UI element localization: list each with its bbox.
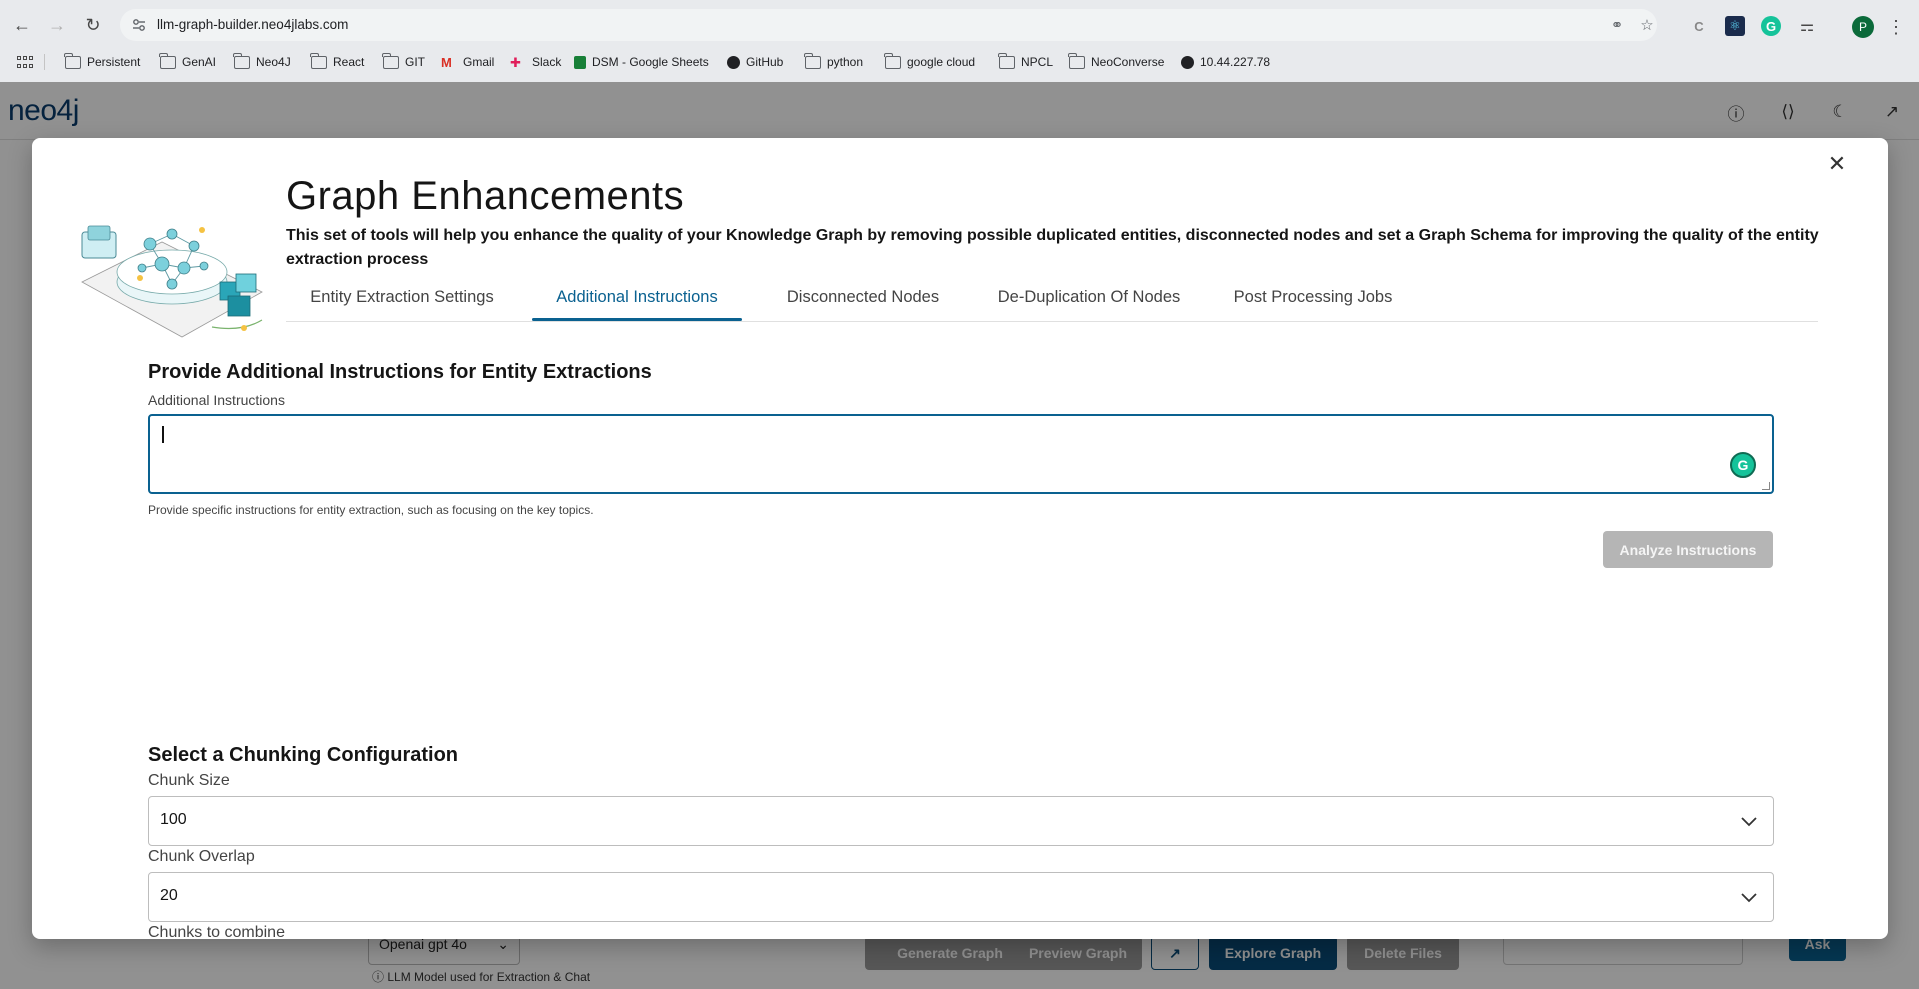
forward-icon[interactable]: → [43, 11, 71, 39]
chunks-to-combine-label: Chunks to combine [148, 924, 285, 939]
bookmark-item[interactable]: NPCL [998, 52, 1053, 71]
bookmarks-divider [44, 54, 45, 70]
bookmark-item[interactable]: GenAI [159, 52, 216, 71]
gmail-icon: M [441, 54, 452, 70]
bookmark-item[interactable]: NeoConverse [1068, 52, 1164, 71]
chunk-size-label: Chunk Size [148, 772, 230, 789]
bookmark-item[interactable]: GIT [382, 52, 425, 71]
folder-icon [804, 52, 821, 69]
folder-icon [1068, 52, 1085, 69]
chunking-section-title: Select a Chunking Configuration [148, 744, 459, 766]
chevron-down-icon [1741, 893, 1757, 903]
chevron-down-icon [1741, 817, 1757, 827]
modal-title: Graph Enhancements [286, 174, 685, 218]
folder-icon [382, 52, 399, 69]
github-icon [727, 55, 740, 69]
tab-de-duplication-of-nodes[interactable]: De-Duplication Of Nodes [984, 272, 1194, 322]
folder-icon [64, 52, 81, 69]
resize-handle-icon[interactable] [1762, 482, 1770, 490]
bookmark-item[interactable]: python [804, 52, 863, 71]
slack-icon: ✚ [510, 54, 521, 70]
folder-icon [884, 52, 901, 69]
instructions-helper-text: Provide specific instructions for entity… [148, 503, 594, 517]
extension-c-icon[interactable]: C [1689, 16, 1709, 36]
active-tab-indicator [532, 318, 742, 321]
sheets-icon [574, 55, 586, 69]
analyze-instructions-button[interactable]: Analyze Instructions [1603, 531, 1773, 568]
app-area: neo4j ⓘ ⟨⟩ ☾ ↗ Openai gpt 4o ⌄ ⓘ LLM Mod… [0, 82, 1919, 989]
site-settings-icon[interactable] [132, 18, 146, 32]
instructions-section-title: Provide Additional Instructions for Enti… [148, 361, 652, 383]
enhancement-tabs: Entity Extraction Settings Additional In… [286, 272, 1818, 322]
bookmark-star-icon[interactable]: ☆ [1638, 16, 1656, 34]
browser-toolbar: ← → ↻ llm-graph-builder.neo4jlabs.com ⚭ … [0, 6, 1919, 44]
chunk-overlap-select[interactable]: 20 [148, 872, 1774, 922]
globe-icon [1181, 55, 1194, 69]
bookmark-item[interactable]: Persistent [64, 52, 140, 71]
chunk-overlap-value: 20 [160, 887, 178, 904]
bookmark-item[interactable]: React [310, 52, 364, 71]
profile-avatar[interactable]: P [1852, 16, 1874, 38]
tab-post-processing-jobs[interactable]: Post Processing Jobs [1218, 272, 1408, 322]
chunk-size-select[interactable]: 100 [148, 796, 1774, 846]
bookmark-item[interactable]: DSM - Google Sheets [574, 53, 709, 71]
address-bar[interactable]: llm-graph-builder.neo4jlabs.com ⚭ ☆ [120, 9, 1657, 41]
password-key-icon[interactable]: ⚭ [1608, 16, 1626, 34]
folder-icon [998, 52, 1015, 69]
tab-additional-instructions[interactable]: Additional Instructions [532, 272, 742, 322]
bookmark-item[interactable]: 10.44.227.78 [1181, 53, 1270, 71]
folder-icon [159, 52, 176, 69]
react-devtools-icon[interactable]: ⚛ [1725, 16, 1745, 36]
bookmark-item[interactable]: ✚ Slack [510, 53, 561, 71]
tab-disconnected-nodes[interactable]: Disconnected Nodes [764, 272, 962, 322]
url-text: llm-graph-builder.neo4jlabs.com [157, 17, 349, 32]
graph-illustration [81, 225, 263, 338]
text-cursor [162, 426, 164, 443]
additional-instructions-textarea[interactable]: G [148, 414, 1774, 494]
graph-enhancements-modal: ✕ Graph Enhancements This set of tools w… [32, 138, 1888, 939]
browser-chrome: ← → ↻ llm-graph-builder.neo4jlabs.com ⚭ … [0, 0, 1919, 82]
folder-icon [233, 52, 250, 69]
additional-instructions-label: Additional Instructions [148, 392, 285, 408]
bookmark-item[interactable]: google cloud [884, 52, 975, 71]
folder-icon [310, 52, 327, 69]
grammarly-icon[interactable]: G [1730, 452, 1756, 478]
bookmark-item[interactable]: M Gmail [441, 53, 494, 71]
bookmark-item[interactable]: Neo4J [233, 52, 291, 71]
modal-description: This set of tools will help you enhance … [286, 227, 1819, 268]
chunk-size-value: 100 [160, 811, 187, 828]
bookmark-item[interactable]: GitHub [727, 53, 783, 71]
browser-menu-icon[interactable]: ⋮ [1887, 16, 1905, 38]
reload-icon[interactable]: ↻ [79, 11, 107, 39]
back-icon[interactable]: ← [8, 11, 36, 39]
tab-entity-extraction-settings[interactable]: Entity Extraction Settings [286, 272, 518, 322]
bookmarks-bar: Persistent GenAI Neo4J React GIT M Gmail … [0, 50, 1919, 74]
chunk-overlap-label: Chunk Overlap [148, 848, 255, 865]
extensions-puzzle-icon[interactable]: ⚎ [1797, 16, 1817, 36]
close-icon[interactable]: ✕ [1825, 151, 1849, 176]
grammarly-extension-icon[interactable]: G [1761, 16, 1781, 36]
